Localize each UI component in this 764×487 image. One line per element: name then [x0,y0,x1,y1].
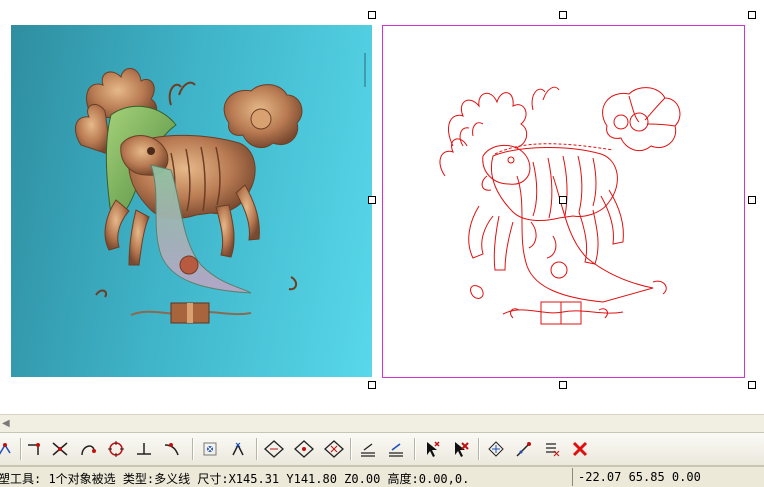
snap-toolbar [0,432,764,466]
diamond-icon[interactable] [262,437,286,461]
select-arrow-icon[interactable] [420,437,444,461]
diamond-node-icon[interactable] [292,437,316,461]
deselect-arrow-icon[interactable] [448,437,472,461]
status-pane-divider [572,468,573,486]
relief-preview[interactable] [11,25,372,377]
delete-icon[interactable] [568,437,592,461]
arc-icon[interactable] [76,437,100,461]
selection-handle-top-right[interactable] [748,11,756,19]
selection-handle-bottom-right[interactable] [748,381,756,389]
diamond-cross-icon[interactable] [322,437,346,461]
selection-handle-bottom-left[interactable] [368,381,376,389]
scroll-left-icon[interactable]: ◀ [2,418,10,429]
horizontal-scrollbar[interactable]: ◀ [0,414,764,432]
tangent-icon[interactable] [160,437,184,461]
toolbar-separator [478,438,480,460]
center-point-icon[interactable] [198,437,222,461]
list-edit-icon[interactable] [540,437,564,461]
selection-handle-center[interactable] [559,196,567,204]
point-snap-icon[interactable] [226,437,250,461]
status-bar: 塑工具: 1个对象被选 类型:多义线 尺寸:X145.31 Y141.80 Z0… [0,466,764,487]
curve-node-icon[interactable] [0,437,18,461]
intersect-icon[interactable] [48,437,72,461]
selection-handle-bottom-center[interactable] [559,381,567,389]
align-layer-icon[interactable] [356,437,380,461]
align-layer-blue-icon[interactable] [384,437,408,461]
circle-snap-icon[interactable] [104,437,128,461]
toolbar-separator [192,438,194,460]
perpendicular-icon[interactable] [132,437,156,461]
cursor-coordinates: -22.07 65.85 0.00 [578,470,701,484]
corner-icon[interactable] [22,437,46,461]
transform-icon[interactable] [484,437,508,461]
selection-handle-top-center[interactable] [559,11,567,19]
toolbar-separator [350,438,352,460]
selection-handle-top-left[interactable] [368,11,376,19]
selection-handle-middle-left[interactable] [368,196,376,204]
toolbar-separator [256,438,258,460]
qilin-relief-image [74,53,366,324]
drawing-canvas[interactable] [0,0,764,414]
toolbar-separator [414,438,416,460]
edit-node-icon[interactable] [512,437,536,461]
status-message: 塑工具: 1个对象被选 类型:多义线 尺寸:X145.31 Y141.80 Z0… [0,472,470,486]
selection-handle-middle-right[interactable] [748,196,756,204]
